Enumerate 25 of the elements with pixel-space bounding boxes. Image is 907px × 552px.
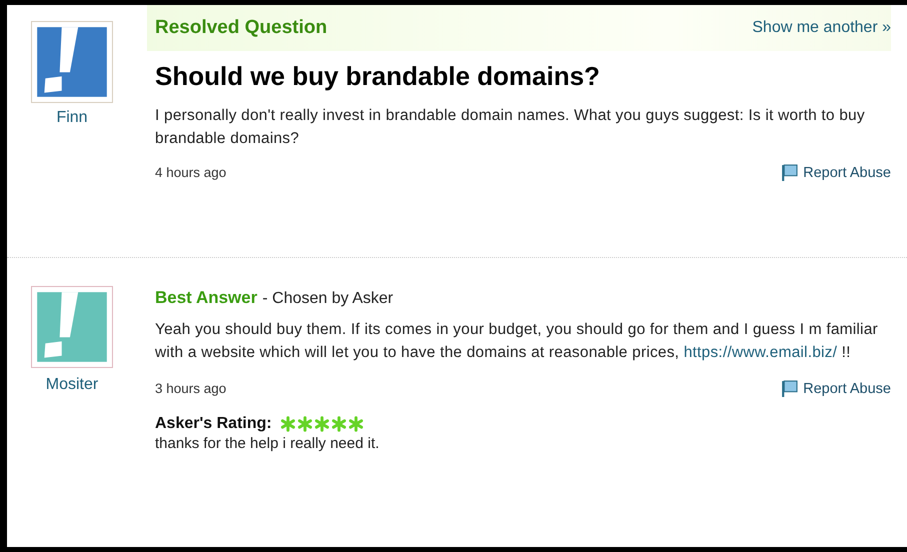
best-answer-label: Best Answer	[155, 288, 258, 308]
rating-comment: thanks for the help i really need it.	[155, 435, 380, 452]
rating-label: Asker's Rating:	[155, 415, 272, 433]
star-icon	[314, 416, 330, 432]
status-heading: Resolved Question	[155, 17, 328, 39]
avatar-icon	[31, 286, 113, 368]
star-icon	[348, 416, 364, 432]
flag-icon	[781, 164, 798, 181]
chosen-by-text: - Chosen by Asker	[262, 290, 394, 308]
user-name[interactable]: Finn	[56, 109, 88, 127]
avatar-icon	[31, 21, 113, 103]
star-icon	[296, 416, 313, 432]
star-icon	[280, 416, 296, 432]
timestamp: 4 hours ago	[155, 165, 226, 180]
flag-icon	[781, 380, 798, 397]
website-link[interactable]: https://www.email.biz/	[684, 344, 838, 361]
star-icon	[330, 416, 347, 432]
question-text: I personally don't really invest in brandable domain names. What you guys suggest: Is it worth to buy brandable domains?	[155, 106, 866, 149]
answer-text: Yeah you should buy them. If its comes in your budget, you should go for them and I guess I m familiar with a website which will let you to have the domains at reasonable prices, https://www.email.biz/ !!	[155, 320, 879, 363]
user-name[interactable]: Mositer	[46, 376, 98, 394]
show-another-link[interactable]: Show me another »	[752, 19, 891, 37]
question-title: Should we buy brandable domains?	[155, 61, 601, 92]
report-abuse-link[interactable]: Report Abuse	[781, 164, 891, 181]
report-abuse-link[interactable]: Report Abuse	[781, 380, 891, 397]
timestamp: 3 hours ago	[155, 381, 226, 396]
